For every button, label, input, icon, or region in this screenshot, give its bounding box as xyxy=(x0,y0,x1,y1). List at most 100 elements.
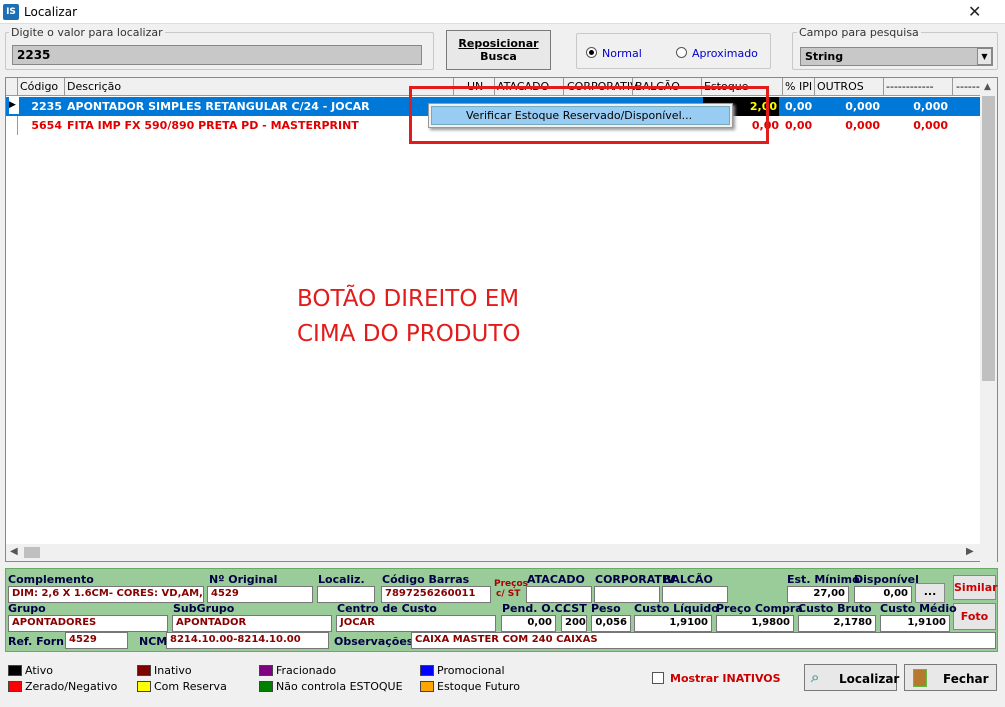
legend-swatch xyxy=(8,681,22,692)
exit-door-icon xyxy=(913,669,927,687)
legend-label: Estoque Futuro xyxy=(437,680,520,693)
atacado-label: ATACADO xyxy=(527,573,585,586)
foto-button[interactable]: Foto xyxy=(953,603,996,630)
pendoc-label: Pend. O.C. xyxy=(502,602,567,615)
localizar-button[interactable]: ⌕ Localizar xyxy=(804,664,900,691)
legend-swatch xyxy=(420,665,434,676)
cst-field: 200 xyxy=(561,615,587,632)
legend-label: Promocional xyxy=(437,664,505,677)
balcao-field xyxy=(662,586,728,603)
col-ipi[interactable]: % IPI xyxy=(785,80,812,93)
mostrar-inativos-label[interactable]: Mostrar INATIVOS xyxy=(670,672,781,685)
col-outros[interactable]: OUTROS xyxy=(817,80,864,93)
app-icon: IS xyxy=(3,4,19,20)
title-bar xyxy=(0,0,1005,24)
reposition-button[interactable]: Reposicionar Busca xyxy=(446,30,551,70)
barras-field: 7897256260011 xyxy=(381,586,491,603)
subgrupo-field: APONTADOR xyxy=(172,615,332,632)
cell-extra: 0,000 xyxy=(913,100,948,113)
scroll-right-icon[interactable]: ▶ xyxy=(966,546,974,557)
peso-label: Peso xyxy=(591,602,621,615)
centro-label: Centro de Custo xyxy=(337,602,437,615)
original-label: Nº Original xyxy=(209,573,278,586)
localiz-field xyxy=(317,586,375,603)
cell-ipi: 0,00 xyxy=(785,119,813,132)
legend-label: Inativo xyxy=(154,664,192,677)
reposition-label-1: Reposicionar xyxy=(458,37,539,50)
complemento-label: Complemento xyxy=(8,573,94,586)
customedio-label: Custo Médio xyxy=(880,602,957,615)
row-indicator-icon: ▶ xyxy=(9,97,19,114)
similar-button[interactable]: Similar xyxy=(953,575,998,600)
precos-label-1: Preços xyxy=(494,579,529,589)
localizar-label: Localizar xyxy=(839,672,900,686)
campo-group-label: Campo para pesquisa xyxy=(797,26,921,39)
normal-radio-label[interactable]: Normal xyxy=(602,47,642,60)
scroll-thumb[interactable] xyxy=(982,96,995,381)
precos-label-2: c/ ST xyxy=(496,589,521,599)
col-descricao[interactable]: Descrição xyxy=(67,80,121,93)
scroll-left-icon[interactable]: ◀ xyxy=(10,546,18,557)
approx-radio[interactable] xyxy=(676,47,687,58)
grid-vertical-scrollbar[interactable]: ▲ xyxy=(980,78,997,562)
close-icon[interactable]: ✕ xyxy=(968,2,981,21)
disponivel-label: Disponível xyxy=(854,573,919,586)
reffor-label: Ref. Forn xyxy=(8,635,65,648)
scroll-up-icon[interactable]: ▲ xyxy=(984,82,991,92)
search-group-label: Digite o valor para localizar xyxy=(9,26,165,39)
atacado-field xyxy=(526,586,592,603)
scroll-thumb[interactable] xyxy=(24,547,40,558)
legend-swatch xyxy=(259,681,273,692)
mostrar-inativos-checkbox[interactable] xyxy=(652,672,664,684)
window-title: Localizar xyxy=(24,5,78,19)
cell-outros: 0,000 xyxy=(845,100,880,113)
annotation-box xyxy=(409,86,769,144)
reposition-label-2: Busca xyxy=(480,50,517,63)
pendoc-field: 0,00 xyxy=(501,615,556,632)
fechar-label: Fechar xyxy=(943,672,989,686)
legend-label: Ativo xyxy=(25,664,53,677)
obs-field: CAIXA MASTER COM 240 CAIXAS xyxy=(411,632,996,649)
campo-select[interactable]: String xyxy=(800,47,993,66)
magnifier-icon: ⌕ xyxy=(811,668,820,686)
col-codigo[interactable]: Código xyxy=(20,80,58,93)
obs-label: Observações xyxy=(334,635,414,648)
grupo-field: APONTADORES xyxy=(8,615,168,632)
legend-swatch xyxy=(8,665,22,676)
annotation-line-1: BOTÃO DIREITO EM xyxy=(297,286,520,312)
ncm-field: 8214.10.00-8214.10.00 xyxy=(166,632,329,649)
legend-swatch xyxy=(137,681,151,692)
legend-label: Zerado/Negativo xyxy=(25,680,118,693)
corporativ-field xyxy=(594,586,660,603)
cell-ipi: 0,00 xyxy=(785,100,813,113)
legend-swatch xyxy=(137,665,151,676)
details-panel: Complemento DIM: 2,6 X 1.6CM- CORES: VD,… xyxy=(5,568,998,652)
legend-label: Com Reserva xyxy=(154,680,227,693)
annotation-line-2: CIMA DO PRODUTO xyxy=(297,321,521,347)
custobruto-field: 2,1780 xyxy=(798,615,876,632)
results-grid[interactable]: Código Descrição UN ATACADO CORPORATIV B… xyxy=(5,77,998,562)
legend-swatch xyxy=(259,665,273,676)
chevron-down-icon[interactable]: ▼ xyxy=(977,48,992,65)
customedio-field: 1,9100 xyxy=(880,615,950,632)
reffor-field: 4529 xyxy=(65,632,128,649)
col-extra1[interactable]: ------------ xyxy=(886,80,934,93)
approx-radio-label[interactable]: Aproximado xyxy=(692,47,758,60)
peso-field: 0,056 xyxy=(591,615,631,632)
precocompra-field: 1,9800 xyxy=(716,615,794,632)
normal-radio[interactable] xyxy=(586,47,597,58)
row-indicator xyxy=(8,116,18,135)
grupo-label: Grupo xyxy=(8,602,46,615)
legend-label: Fracionado xyxy=(276,664,337,677)
fechar-button[interactable]: Fechar xyxy=(904,664,997,691)
balcao-label: BALCÃO xyxy=(663,573,713,586)
complemento-field: DIM: 2,6 X 1.6CM- CORES: VD,AM,AZ, xyxy=(8,586,204,603)
disponivel-field: 0,00 xyxy=(854,586,912,603)
grid-horizontal-scrollbar[interactable]: ◀ ▶ xyxy=(6,544,981,561)
more-button[interactable]: ... xyxy=(915,583,945,603)
legend-swatch xyxy=(420,681,434,692)
search-input[interactable]: 2235 xyxy=(12,45,422,65)
ncm-label: NCM xyxy=(139,635,168,648)
subgrupo-label: SubGrupo xyxy=(173,602,235,615)
original-field: 4529 xyxy=(207,586,313,603)
